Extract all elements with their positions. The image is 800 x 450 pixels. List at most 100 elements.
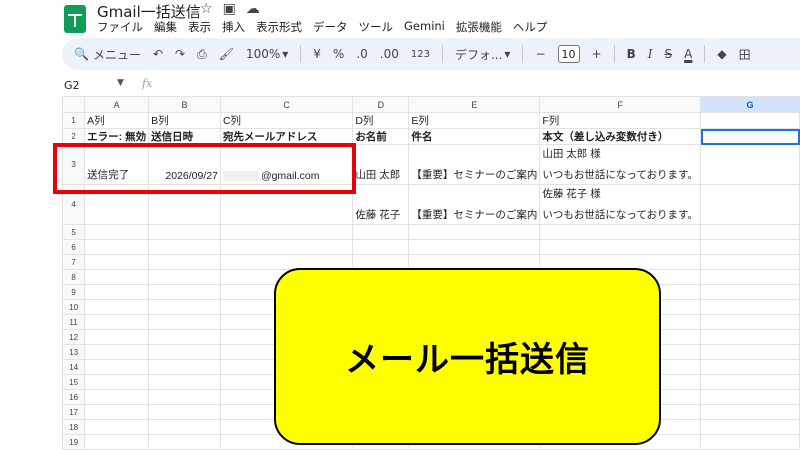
row-header[interactable]: 1 [62, 112, 86, 129]
cell[interactable] [84, 374, 150, 390]
move-folder-icon[interactable]: ▣ [223, 1, 236, 17]
font-size-increase-button[interactable]: + [592, 47, 602, 61]
cell[interactable] [352, 224, 410, 240]
increase-decimal-button[interactable]: .00 [380, 47, 399, 61]
cell[interactable] [539, 224, 701, 240]
select-all-corner[interactable] [62, 96, 86, 113]
cloud-status-icon[interactable]: ☁ [246, 1, 260, 17]
subject-cell[interactable]: 【重要】セミナーのご案内 [408, 184, 541, 225]
bold-button[interactable]: B [627, 47, 636, 61]
paint-format-icon[interactable]: 🖌 [219, 47, 234, 61]
cell[interactable] [408, 239, 541, 255]
borders-icon[interactable]: 田 [739, 46, 751, 63]
cell[interactable] [700, 284, 800, 300]
cell[interactable] [700, 419, 800, 435]
cell[interactable]: E列 [408, 112, 541, 129]
row-header[interactable]: 15 [62, 374, 86, 390]
decrease-decimal-button[interactable]: .0 [356, 47, 367, 61]
name-cell[interactable]: 山田 太郎 [352, 144, 410, 185]
cell[interactable] [219, 224, 354, 240]
row-header[interactable]: 7 [62, 254, 86, 270]
row-header[interactable]: 8 [62, 269, 86, 285]
sheets-logo-icon[interactable] [64, 5, 86, 33]
row-header[interactable]: 14 [62, 359, 86, 375]
fill-color-icon[interactable]: ◆ [717, 47, 726, 61]
cell[interactable]: F列 [539, 112, 701, 129]
cell[interactable] [84, 284, 150, 300]
cell[interactable] [148, 299, 221, 315]
column-header-e[interactable]: E [408, 96, 541, 113]
header-cell-name[interactable]: お名前 [352, 128, 410, 145]
column-header-a[interactable]: A [84, 96, 150, 113]
cell[interactable] [148, 389, 221, 405]
cell[interactable] [84, 329, 150, 345]
row-header[interactable]: 9 [62, 284, 86, 300]
cell[interactable] [700, 254, 800, 270]
cell[interactable] [700, 112, 800, 129]
cell[interactable] [84, 224, 150, 240]
cell[interactable] [84, 269, 150, 285]
row-header[interactable]: 19 [62, 434, 86, 450]
cell[interactable] [148, 284, 221, 300]
zoom-select[interactable]: 100% ▾ [246, 47, 288, 61]
cell[interactable] [148, 419, 221, 435]
active-cell[interactable] [700, 128, 800, 145]
column-header-g[interactable]: G [700, 96, 800, 113]
cell[interactable] [700, 434, 800, 450]
cell[interactable] [84, 419, 150, 435]
percent-format-button[interactable]: % [333, 47, 344, 61]
text-color-button[interactable]: A [684, 47, 692, 61]
font-select[interactable]: デフォ... ▾ [455, 46, 510, 63]
italic-button[interactable]: I [648, 47, 653, 61]
cell[interactable] [148, 224, 221, 240]
cell[interactable] [148, 344, 221, 360]
menu-edit[interactable]: 編集 [154, 19, 177, 35]
cell[interactable] [700, 359, 800, 375]
cell[interactable] [84, 314, 150, 330]
cell[interactable] [148, 269, 221, 285]
menu-view[interactable]: 表示 [188, 19, 211, 35]
cell[interactable]: A列 [84, 112, 150, 129]
menu-file[interactable]: ファイル [97, 19, 143, 35]
cell[interactable] [700, 389, 800, 405]
name-box[interactable]: G2 [64, 79, 80, 92]
column-header-f[interactable]: F [539, 96, 701, 113]
cell[interactable] [148, 404, 221, 420]
cell[interactable] [84, 344, 150, 360]
cell[interactable] [700, 239, 800, 255]
row-header[interactable]: 6 [62, 239, 86, 255]
cell[interactable] [148, 329, 221, 345]
cell[interactable]: C列 [219, 112, 354, 129]
row-header[interactable]: 13 [62, 344, 86, 360]
cell[interactable] [700, 344, 800, 360]
row-header[interactable]: 10 [62, 299, 86, 315]
body-cell[interactable]: 山田 太郎 様 いつもお世話になっております。 [539, 144, 701, 185]
cell[interactable] [84, 239, 150, 255]
cell[interactable] [219, 239, 354, 255]
cell[interactable] [148, 239, 221, 255]
cell[interactable] [408, 224, 541, 240]
number-format-button[interactable]: 123 [411, 49, 430, 60]
cell[interactable] [148, 254, 221, 270]
cell[interactable] [84, 434, 150, 450]
cell[interactable] [84, 359, 150, 375]
body-cell[interactable]: 佐藤 花子 様 いつもお世話になっております。 [539, 184, 701, 225]
menu-gemini[interactable]: Gemini [404, 19, 445, 35]
menu-extensions[interactable]: 拡張機能 [456, 19, 502, 35]
cell[interactable] [700, 299, 800, 315]
cell[interactable] [84, 404, 150, 420]
undo-icon[interactable]: ↶ [153, 47, 163, 61]
cell[interactable] [84, 299, 150, 315]
row-header[interactable]: 17 [62, 404, 86, 420]
name-cell[interactable]: 佐藤 花子 [352, 184, 410, 225]
cell[interactable]: D列 [352, 112, 410, 129]
menu-tools[interactable]: ツール [359, 19, 394, 35]
cell[interactable] [148, 434, 221, 450]
cell[interactable]: B列 [148, 112, 221, 129]
cell[interactable] [352, 239, 410, 255]
cell[interactable] [700, 269, 800, 285]
header-cell-body[interactable]: 本文（差し込み変数付き） [539, 128, 701, 145]
menu-insert[interactable]: 挿入 [222, 19, 245, 35]
cell[interactable] [700, 144, 800, 185]
cell[interactable] [700, 184, 800, 225]
